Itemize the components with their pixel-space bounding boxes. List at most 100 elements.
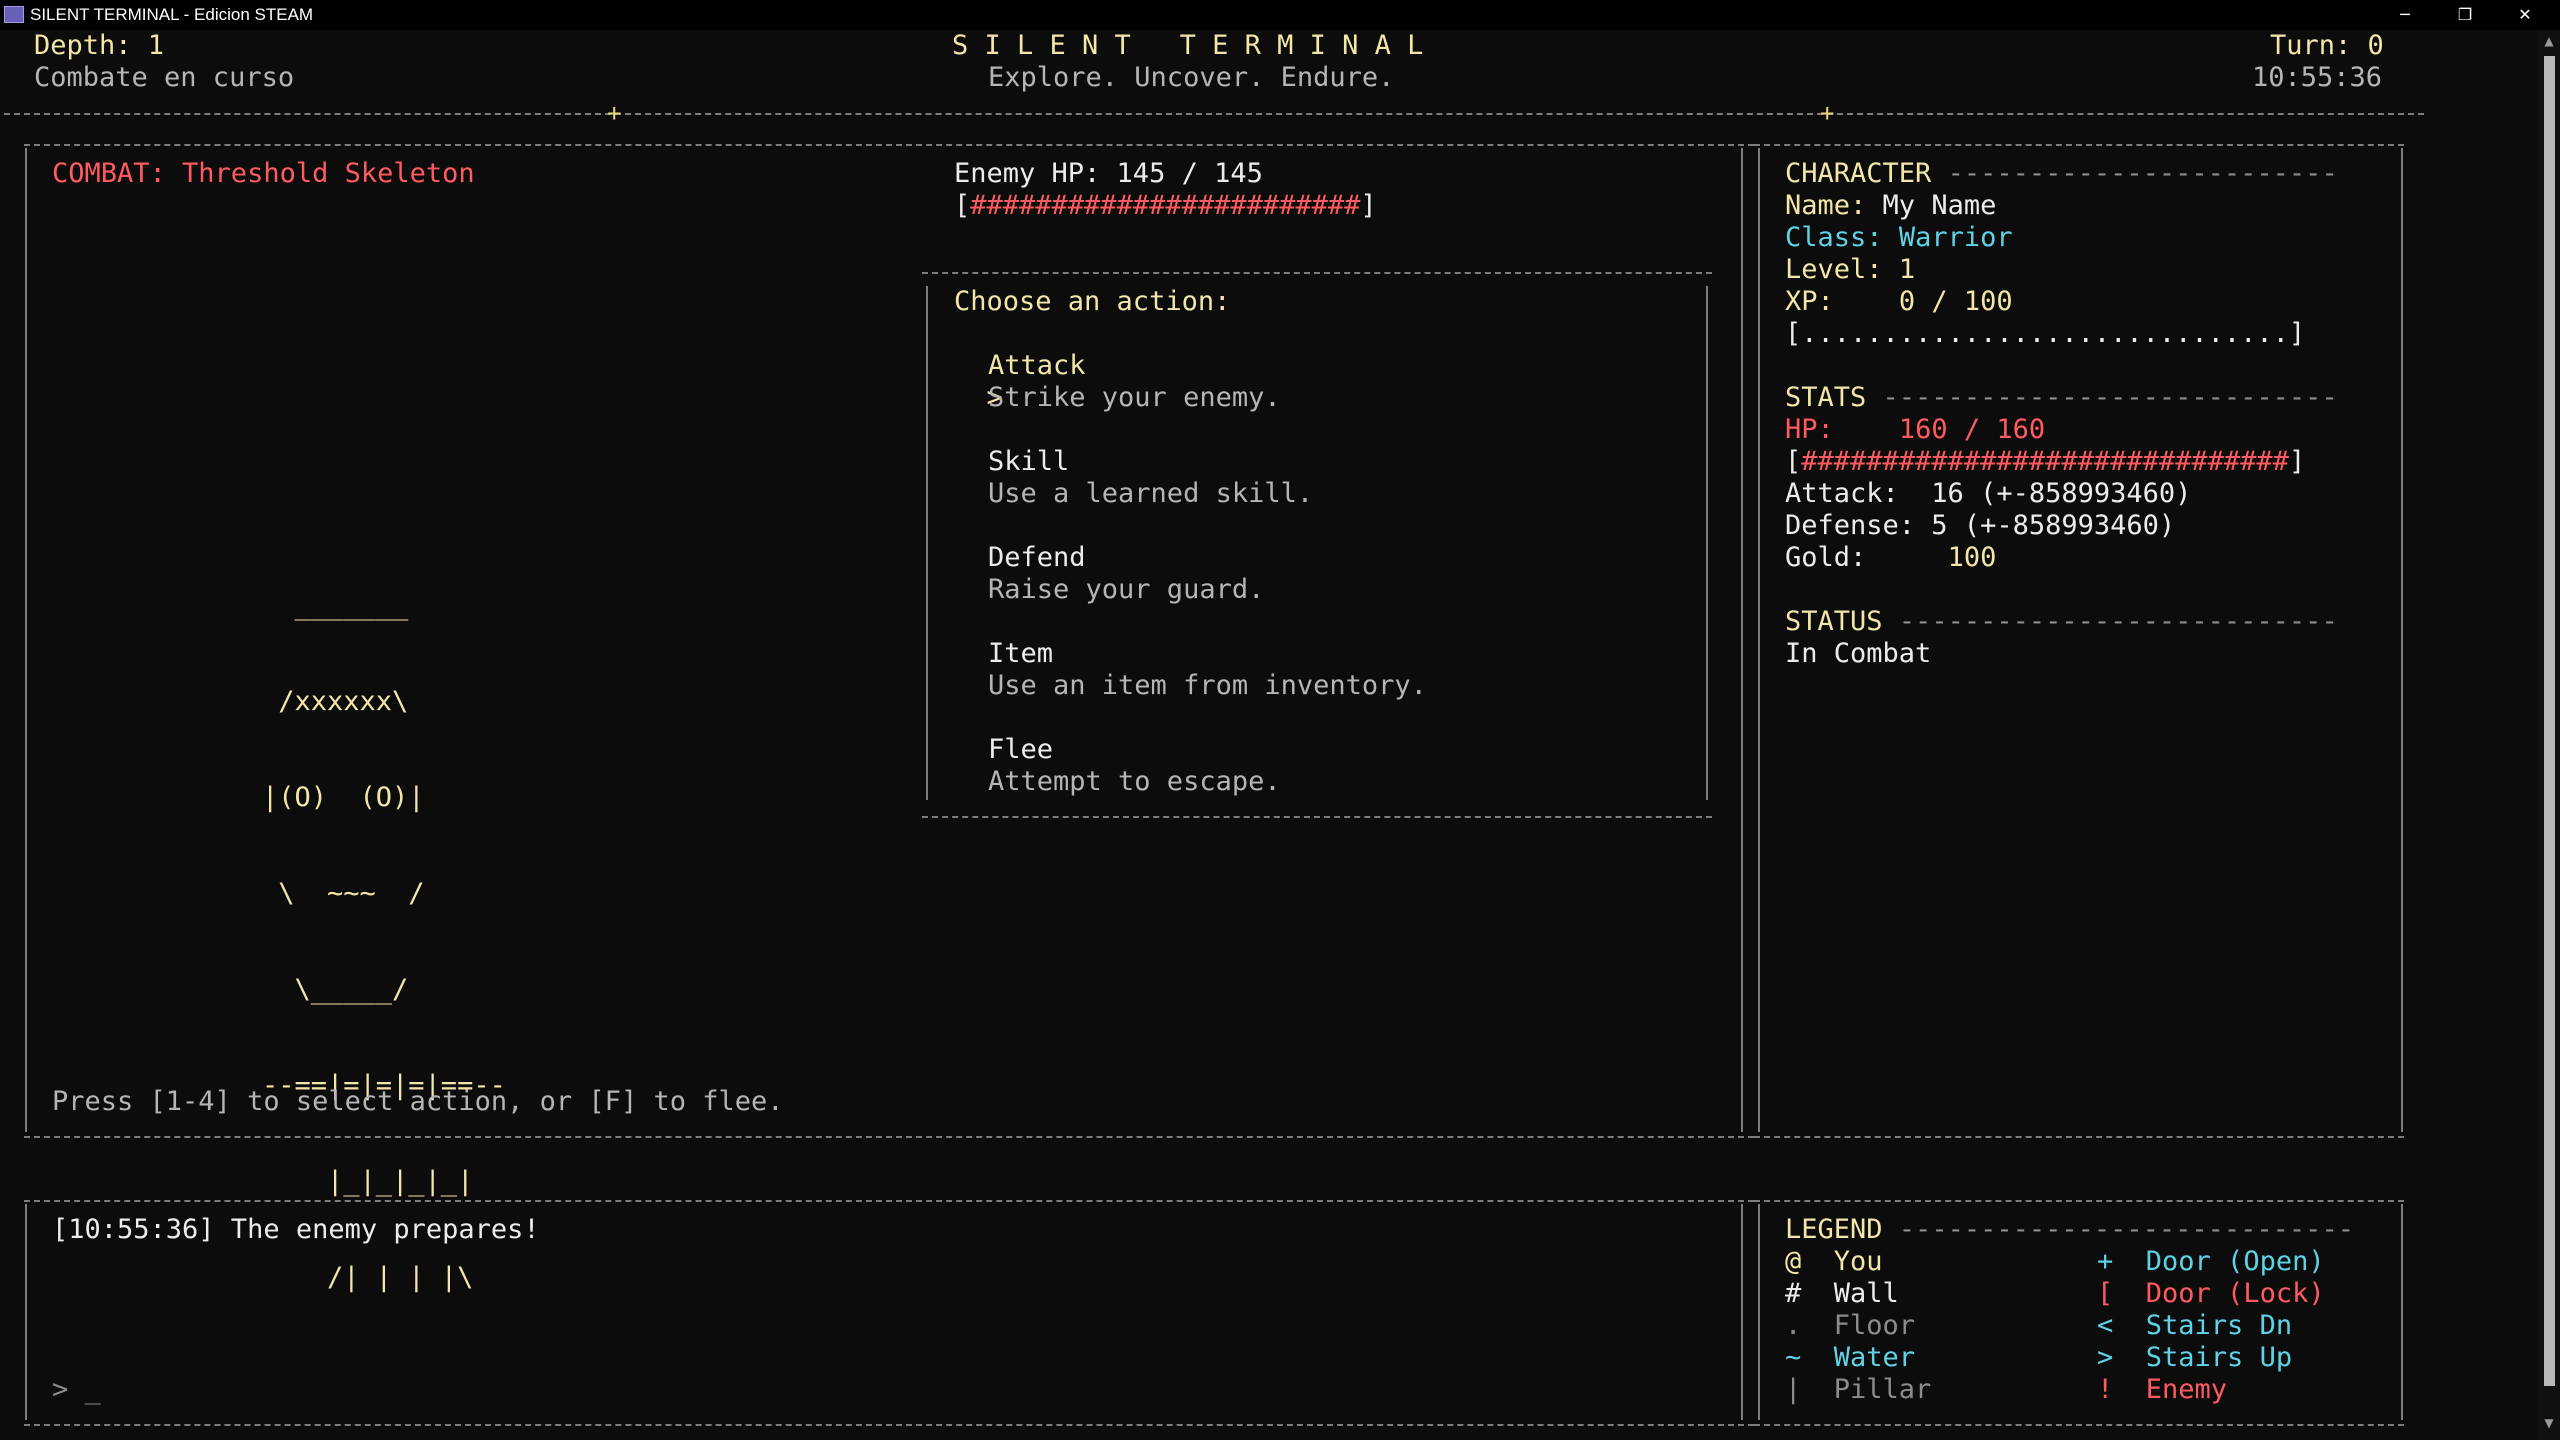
app-icon — [4, 6, 24, 23]
game-title: S I L E N T T E R M I N A L — [952, 30, 1424, 61]
enemy-symbol-icon: ! — [2097, 1374, 2114, 1405]
game-status-text: Combate en curso — [34, 62, 295, 93]
action-item-desc: Use an item from inventory. — [988, 670, 1427, 701]
legend-item-door-lock: [ Door (Lock) — [2097, 1278, 2325, 1310]
character-panel-top-border — [1754, 144, 2404, 146]
sprite-line: \ ~~~ / — [262, 878, 425, 909]
legend-label: Pillar — [1833, 1374, 1932, 1405]
legend-item-stairs-up: > Stairs Up — [2097, 1342, 2292, 1374]
legend-item-door-open: + Door (Open) — [2097, 1246, 2325, 1278]
hp-label: HP: — [1785, 414, 1834, 445]
gold-value: 100 — [1947, 542, 1997, 573]
legend-label: Floor — [1833, 1310, 1916, 1341]
legend-panel-bottom-border — [1754, 1424, 2404, 1426]
action-skill-label[interactable]: Skill — [988, 446, 1069, 478]
scroll-down-arrow-icon[interactable]: ▼ — [2540, 1416, 2558, 1434]
sprite-line: /| | | |\ — [262, 1262, 474, 1293]
character-panel-right-border — [2401, 148, 2403, 1132]
wall-symbol-icon: # — [1785, 1278, 1802, 1309]
game-subtitle: Explore. Uncover. Endure. — [988, 62, 1395, 93]
legend-item-pillar: | Pillar — [1785, 1374, 1931, 1406]
hp-bar-open: [ — [1785, 446, 1802, 477]
legend-heading-text: LEGEND — [1785, 1214, 1883, 1245]
gold-label: Gold: — [1785, 542, 1867, 573]
legend-label: Enemy — [2145, 1374, 2228, 1405]
sprite-line: |_|_|_|_| — [262, 1166, 474, 1197]
you-symbol-icon: @ — [1785, 1246, 1802, 1277]
hp-bar-fill: ############################## — [1801, 446, 2289, 477]
stairs-down-symbol-icon: < — [2097, 1310, 2114, 1341]
legend-label: Stairs Dn — [2145, 1310, 2293, 1341]
xp-label: XP: — [1785, 286, 1834, 317]
legend-label: Stairs Up — [2145, 1342, 2293, 1373]
legend-label: Water — [1833, 1342, 1916, 1373]
status-heading-text: STATUS — [1785, 606, 1883, 637]
attack-stat: Attack: 16 (+-858993460) — [1785, 478, 2192, 509]
action-menu-right-border — [1706, 286, 1708, 800]
legend-item-stairs-down: < Stairs Dn — [2097, 1310, 2292, 1342]
clock: 10:55:36 — [2252, 62, 2383, 93]
action-menu-left-border — [926, 286, 928, 800]
log-message: [10:55:36] The enemy prepares! — [52, 1214, 540, 1245]
depth-indicator: Depth: 1 — [34, 30, 165, 61]
action-item-label[interactable]: Item — [988, 638, 1053, 670]
class-label: Class: — [1785, 222, 1883, 253]
character-xp-row: XP: 0 / 100 — [1785, 286, 2013, 318]
hp-row: HP: 160 / 160 — [1785, 414, 2045, 446]
status-value: In Combat — [1785, 638, 1932, 669]
log-panel-bottom-border — [24, 1424, 1754, 1426]
status-heading: STATUS --------------------------- — [1785, 606, 2338, 637]
defense-stat: Defense: 5 (+-858993460) — [1785, 510, 2176, 541]
action-menu-prompt: Choose an action: — [954, 286, 1231, 317]
water-symbol-icon: ~ — [1785, 1342, 1802, 1373]
action-attack-desc: Strike your enemy. — [988, 382, 1281, 413]
log-panel-left-border — [25, 1204, 27, 1420]
legend-label: Door (Lock) — [2145, 1278, 2325, 1309]
enemy-hp-text: Enemy HP: 145 / 145 — [954, 158, 1263, 189]
window-titlebar: SILENT TERMINAL - Edicion STEAM ─ ❐ ✕ — [0, 0, 2560, 30]
action-defend-label[interactable]: Defend — [988, 542, 1086, 574]
action-defend-desc: Raise your guard. — [988, 574, 1265, 605]
log-panel-right-border — [1741, 1204, 1743, 1420]
hp-value: 160 / 160 — [1898, 414, 2046, 445]
close-button[interactable]: ✕ — [2495, 0, 2555, 30]
floor-symbol-icon: . — [1785, 1310, 1802, 1341]
legend-item-water: ~ Water — [1785, 1342, 1915, 1374]
action-menu-bottom-border — [922, 816, 1712, 818]
class-value: Warrior — [1898, 222, 2013, 253]
restore-button[interactable]: ❐ — [2435, 0, 2495, 30]
minimize-button[interactable]: ─ — [2375, 0, 2435, 30]
combat-panel-top-border — [24, 144, 1754, 146]
scrollbar-thumb[interactable] — [2544, 56, 2555, 1386]
action-flee-desc: Attempt to escape. — [988, 766, 1281, 797]
sprite-line: _______ — [262, 590, 409, 621]
character-class-row: Class: Warrior — [1785, 222, 2013, 254]
legend-item-you: @ You — [1785, 1246, 1883, 1278]
sprite-line: \_____/ — [262, 974, 409, 1005]
turn-counter: Turn: 0 — [2270, 30, 2384, 61]
legend-item-floor: . Floor — [1785, 1310, 1915, 1342]
enemy-hp-bar: [########################] — [954, 190, 1377, 222]
header-divider — [4, 113, 2424, 115]
legend-panel-right-border — [2401, 1204, 2403, 1420]
enemy-hp-bar-close: ] — [1360, 190, 1377, 221]
enemy-hp-bar-fill: ######################## — [970, 190, 1361, 221]
action-flee-label[interactable]: Flee — [988, 734, 1053, 766]
combat-panel-right-border — [1741, 148, 1743, 1132]
action-skill-desc: Use a learned skill. — [988, 478, 1314, 509]
name-value: My Name — [1882, 190, 1997, 221]
divider-joint: + — [607, 99, 622, 127]
sprite-line: /xxxxxx\ — [262, 686, 409, 717]
character-panel-left-border — [1758, 148, 1760, 1132]
legend-item-wall: # Wall — [1785, 1278, 1899, 1310]
enemy-hp-bar-open: [ — [954, 190, 971, 221]
stats-heading-text: STATS — [1785, 382, 1867, 413]
character-heading-text: CHARACTER — [1785, 158, 1932, 189]
action-attack-label[interactable]: Attack — [988, 350, 1086, 382]
command-input[interactable]: > _ — [52, 1374, 101, 1406]
scroll-up-arrow-icon[interactable]: ▲ — [2540, 34, 2558, 52]
legend-panel-left-border — [1758, 1204, 1760, 1420]
name-label: Name: — [1785, 190, 1867, 221]
combat-panel-left-border — [25, 148, 27, 1132]
divider-joint: + — [1820, 99, 1835, 127]
